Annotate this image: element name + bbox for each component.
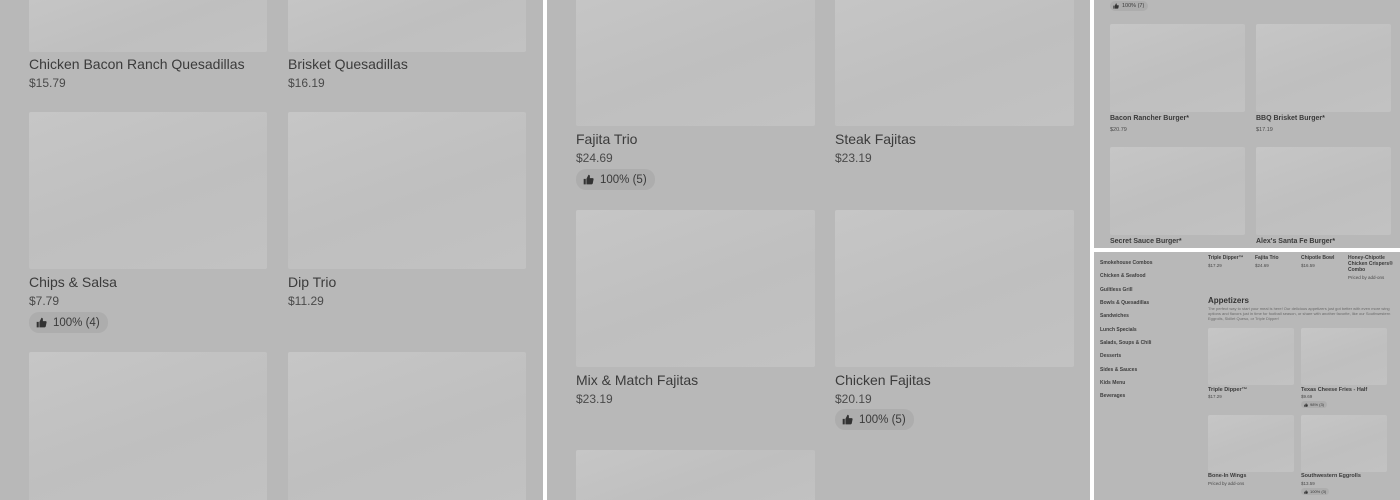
item-name[interactable]: Chips & Salsa: [29, 274, 117, 290]
item-image[interactable]: [1301, 415, 1387, 472]
rating-text: 100% (7): [1122, 3, 1145, 9]
sidebar-item-sandwiches[interactable]: Sandwiches: [1100, 313, 1129, 319]
item-price: $11.29: [288, 294, 324, 308]
featured-item-name[interactable]: Triple Dipper™: [1208, 255, 1244, 261]
menu-panel-burgers: 100% (7) Bacon Rancher Burger* $20.79 BB…: [1094, 0, 1400, 248]
item-image[interactable]: [1256, 24, 1391, 112]
rating-badge: 98% (3): [1301, 401, 1328, 408]
item-name[interactable]: Southwestern Eggrolls: [1301, 473, 1361, 479]
thumbs-up-icon: [1113, 3, 1119, 9]
item-price: $9.69: [1301, 394, 1313, 399]
rating-text: 100% (5): [859, 413, 906, 426]
sidebar-item-chicken-seafood[interactable]: Chicken & Seafood: [1100, 273, 1146, 279]
thumbs-up-icon: [1304, 489, 1308, 494]
item-image[interactable]: [288, 112, 526, 269]
item-image[interactable]: [576, 210, 815, 367]
sidebar-item-desserts[interactable]: Desserts: [1100, 353, 1121, 359]
item-name[interactable]: Dip Trio: [288, 274, 336, 290]
item-price: $15.79: [29, 76, 66, 90]
rating-badge: 100% (5): [576, 169, 655, 190]
item-image[interactable]: [288, 0, 526, 52]
featured-item-price: $16.59: [1301, 263, 1315, 268]
item-image[interactable]: [1110, 24, 1245, 112]
featured-item-name[interactable]: Honey-Chipotle Chicken Crispers® Combo: [1348, 255, 1396, 273]
item-name[interactable]: Brisket Quesadillas: [288, 56, 408, 72]
item-price: $23.19: [576, 392, 613, 406]
item-image[interactable]: [1208, 415, 1294, 472]
item-name[interactable]: Mix & Match Fajitas: [576, 372, 698, 388]
rating-text: 98% (3): [1310, 402, 1325, 407]
item-image[interactable]: [288, 352, 526, 500]
item-price: $7.79: [29, 294, 60, 308]
sidebar-item-smokehouse-combos[interactable]: Smokehouse Combos: [1100, 260, 1153, 266]
item-image[interactable]: [1208, 328, 1294, 385]
item-price: $24.69: [576, 151, 613, 165]
item-name[interactable]: Chicken Bacon Ranch Quesadillas: [29, 56, 245, 72]
section-title: Appetizers: [1208, 296, 1249, 305]
sidebar-item-guiltless-grill[interactable]: Guiltless Grill: [1100, 287, 1133, 293]
item-price: $23.19: [835, 151, 872, 165]
item-image[interactable]: [1110, 147, 1245, 235]
thumbs-up-icon: [842, 414, 853, 425]
featured-item-name[interactable]: Fajita Trio: [1255, 255, 1279, 261]
item-price: $17.29: [1208, 394, 1222, 399]
rating-badge: 100% (4): [29, 312, 108, 333]
item-name[interactable]: Steak Fajitas: [835, 131, 916, 147]
item-image[interactable]: [835, 210, 1074, 367]
item-name[interactable]: Bacon Rancher Burger*: [1110, 115, 1189, 122]
menu-panel-quesadillas: Chicken Bacon Ranch Quesadillas $15.79 B…: [0, 0, 543, 500]
sidebar-item-beverages[interactable]: Beverages: [1100, 393, 1125, 399]
item-name[interactable]: Chicken Fajitas: [835, 372, 931, 388]
item-image[interactable]: [576, 450, 815, 500]
sidebar-item-lunch-specials[interactable]: Lunch Specials: [1100, 327, 1137, 333]
item-price: $20.19: [835, 392, 872, 406]
featured-item-price: $17.29: [1208, 263, 1222, 268]
item-price: $17.19: [1256, 127, 1273, 133]
item-image[interactable]: [576, 0, 815, 126]
item-image[interactable]: [1256, 147, 1391, 235]
rating-text: 100% (3): [1310, 489, 1327, 494]
thumbs-up-icon: [1304, 402, 1308, 407]
item-name[interactable]: BBQ Brisket Burger*: [1256, 115, 1325, 122]
item-image[interactable]: [835, 0, 1074, 126]
thumbs-up-icon: [583, 174, 594, 185]
featured-item-name[interactable]: Chipotle Bowl: [1301, 255, 1334, 261]
rating-text: 100% (4): [53, 316, 100, 329]
item-price: Priced by add-ons: [1208, 481, 1245, 486]
item-price: $20.79: [1110, 127, 1127, 133]
featured-item-price: $24.69: [1255, 263, 1269, 268]
menu-panel-appetizers: Smokehouse Combos Chicken & Seafood Guil…: [1094, 252, 1400, 500]
menu-panel-fajitas: Fajita Trio $24.69 100% (5) Steak Fajita…: [547, 0, 1090, 500]
sidebar-item-salads-soups-chili[interactable]: Salads, Soups & Chili: [1100, 340, 1151, 346]
item-name[interactable]: Bone-In Wings: [1208, 473, 1246, 479]
item-image[interactable]: [29, 352, 267, 500]
featured-item-price: Priced by add-ons: [1348, 275, 1385, 280]
item-name[interactable]: Fajita Trio: [576, 131, 637, 147]
rating-badge: 100% (5): [835, 409, 914, 430]
sidebar-item-sides-sauces[interactable]: Sides & Sauces: [1100, 367, 1137, 373]
rating-badge: 100% (3): [1301, 488, 1330, 495]
sidebar-item-kids-menu[interactable]: Kids Menu: [1100, 380, 1125, 386]
rating-badge: 100% (7): [1110, 1, 1149, 11]
sidebar-item-bowls-quesadillas[interactable]: Bowls & Quesadillas: [1100, 300, 1149, 306]
item-name[interactable]: Alex's Santa Fe Burger*: [1256, 238, 1335, 245]
rating-text: 100% (5): [600, 173, 647, 186]
item-image[interactable]: [29, 0, 267, 52]
item-name[interactable]: Triple Dipper™: [1208, 387, 1247, 393]
item-image[interactable]: [29, 112, 267, 269]
item-image[interactable]: [1301, 328, 1387, 385]
item-price: $16.19: [288, 76, 325, 90]
section-description: The perfect way to start your meal is he…: [1208, 306, 1391, 321]
item-name[interactable]: Secret Sauce Burger*: [1110, 238, 1182, 245]
thumbs-up-icon: [36, 317, 47, 328]
item-name[interactable]: Texas Cheese Fries - Half: [1301, 387, 1367, 393]
item-price: $13.59: [1301, 481, 1315, 486]
